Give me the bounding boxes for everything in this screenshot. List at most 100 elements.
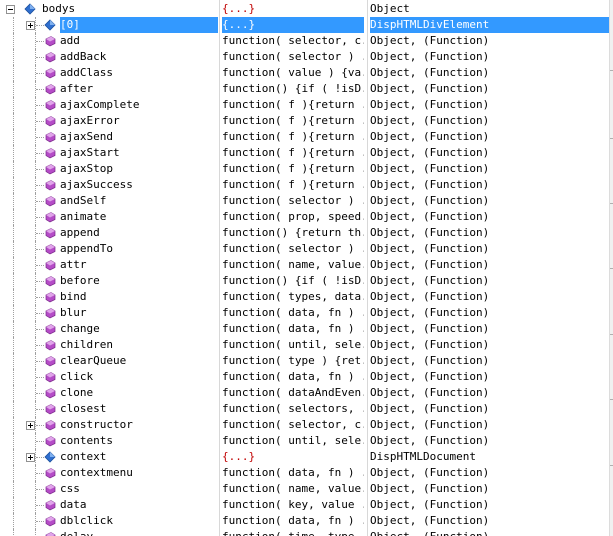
column-divider[interactable] <box>219 0 220 536</box>
tree-row-name: ajaxStart <box>60 146 120 159</box>
tree-row[interactable]: css function( name, value... Object, (Func… <box>0 481 609 497</box>
tree-guide-line <box>35 33 36 49</box>
tree-row-value: function( types, data... <box>222 290 364 303</box>
tree-row-value: function( until, sele... <box>222 338 364 351</box>
tree-guide-line <box>35 81 36 97</box>
tree-guide-line <box>13 305 14 321</box>
tree-guide-line <box>13 225 14 241</box>
method-icon <box>45 244 56 255</box>
tree-guide-line <box>35 481 36 497</box>
tree-row[interactable]: change function( data, fn ) ... Object, (F… <box>0 321 609 337</box>
collapse-icon[interactable] <box>6 5 15 14</box>
tree-row-type: Object, (Function) <box>370 529 609 536</box>
tree-row-name: addBack <box>60 50 107 63</box>
tree-row-type: Object, (Function) <box>370 418 490 431</box>
tree-row-value: function( key, value ... <box>222 498 364 511</box>
tree-guide-line <box>35 225 36 241</box>
tree-guide-line <box>36 297 44 298</box>
tree-guide-line <box>36 233 44 234</box>
tree-row-value: function( f ){return ... <box>222 130 364 143</box>
tree-row[interactable]: addBack function( selector ) ... Object, (… <box>0 49 609 65</box>
tree-row-value: {...} <box>222 17 364 33</box>
tree-row[interactable]: bind function( types, data... Object, (Fun… <box>0 289 609 305</box>
tree-row[interactable]: ajaxStop function( f ){return ... Object, … <box>0 161 609 177</box>
tree-guide-line <box>35 177 36 193</box>
tree-row-value: function( data, fn ) ... <box>222 306 364 319</box>
tree-row-type: Object, (Function) <box>370 210 490 223</box>
tree-row[interactable]: addClass function( value ) {va... Object, … <box>0 65 609 81</box>
expand-icon[interactable] <box>26 421 35 430</box>
tree-guide-line <box>13 209 14 225</box>
tree-row-value: function( data, fn ) ... <box>222 322 364 335</box>
method-icon <box>45 164 56 175</box>
tree-row[interactable]: contents function( until, sele... Object, … <box>0 433 609 449</box>
tree-row[interactable]: appendTo function( selector ) ... Object, … <box>0 241 609 257</box>
tree-guide-line <box>13 113 14 129</box>
tree-guide-line <box>35 289 36 305</box>
tree-guide-line <box>35 17 36 33</box>
tree-row[interactable]: andSelf function( selector ) ... Object, (… <box>0 193 609 209</box>
tree-row[interactable]: ajaxSuccess function( f ){return ... Objec… <box>0 177 609 193</box>
tree-row[interactable]: dblclick function( data, fn ) ... Object, … <box>0 513 609 529</box>
tree-row-name: contents <box>60 434 113 447</box>
method-icon <box>45 84 56 95</box>
tree-row[interactable]: click function( data, fn ) ... Object, (Fu… <box>0 369 609 385</box>
tree-row[interactable]: closest function( selectors, ... Object, (… <box>0 401 609 417</box>
tree-guide-line <box>36 505 44 506</box>
tree-guide-line <box>36 153 44 154</box>
tree-row-value: {...} <box>222 450 256 463</box>
method-icon <box>45 196 56 207</box>
tree-row-root[interactable]: bodys {...} Object <box>0 1 609 17</box>
tree-row-value: function( selector ) ... <box>222 242 364 255</box>
tree-row-type: Object, (Function) <box>370 130 490 143</box>
tree-row[interactable]: contextmenu function( data, fn ) ... Objec… <box>0 465 609 481</box>
tree-row[interactable]: ajaxSend function( f ){return ... Object, … <box>0 129 609 145</box>
tree-row[interactable]: [0] {...} DispHTMLDivElement <box>0 17 609 33</box>
tree-row[interactable]: after function() {if ( !isD... Object, (Fu… <box>0 81 609 97</box>
tree-guide-line <box>35 449 36 465</box>
tree-row[interactable]: ajaxStart function( f ){return ... Object,… <box>0 145 609 161</box>
tree-guide-line <box>35 401 36 417</box>
method-icon <box>45 372 56 383</box>
tree-guide-line <box>13 49 14 65</box>
tree-row[interactable]: animate function( prop, speed... Object, (… <box>0 209 609 225</box>
tree-row[interactable]: ajaxComplete function( f ){return ... Obje… <box>0 97 609 113</box>
tree-row[interactable]: constructor function( selector, c... Objec… <box>0 417 609 433</box>
method-icon <box>45 388 56 399</box>
tree-row[interactable]: data function( key, value ... Object, (Fun… <box>0 497 609 513</box>
tree-guide-line <box>36 265 44 266</box>
tree-row-value: {...} <box>222 2 256 15</box>
tree-guide-line <box>36 521 44 522</box>
tree-row[interactable]: before function() {if ( !isD... Object, (F… <box>0 273 609 289</box>
tree-row-name: css <box>60 482 80 495</box>
tree-row[interactable]: ajaxError function( f ){return ... Object,… <box>0 113 609 129</box>
tree-guide-line <box>35 209 36 225</box>
tree-row[interactable]: blur function( data, fn ) ... Object, (Fun… <box>0 305 609 321</box>
tree-row[interactable]: context {...} DispHTMLDocument <box>0 449 609 465</box>
column-divider[interactable] <box>367 0 368 536</box>
method-icon <box>45 500 56 511</box>
expand-icon[interactable] <box>26 21 35 30</box>
tree-guide-line <box>36 25 44 26</box>
tree-row[interactable]: clearQueue function( type ) {ret... Object… <box>0 353 609 369</box>
tree-row[interactable]: add function( selector, c... Object, (Func… <box>0 33 609 49</box>
tree-row[interactable]: children function( until, sele... Object, … <box>0 337 609 353</box>
tree-row-name: change <box>60 322 100 335</box>
method-icon <box>45 292 56 303</box>
tree-row-type: Object, (Function) <box>370 66 490 79</box>
tree-row[interactable]: attr function( name, value... Object, (Fun… <box>0 257 609 273</box>
tree-row-type: Object, (Function) <box>370 402 490 415</box>
tree-guide-line <box>13 97 14 113</box>
tree-row-type: Object, (Function) <box>370 354 490 367</box>
tree-row[interactable]: append function() {return th... Object, (F… <box>0 225 609 241</box>
tree-guide-line <box>35 97 36 113</box>
tree-row[interactable]: clone function( dataAndEven... Object, (Fu… <box>0 385 609 401</box>
tree-guide-line <box>36 217 44 218</box>
tree-row-value: function( name, value... <box>222 258 364 271</box>
tree-guide-line <box>35 385 36 401</box>
expand-icon[interactable] <box>26 453 35 462</box>
tree-row[interactable]: delay function( time, type ... Object, (Fu… <box>0 529 609 536</box>
tree-guide-line <box>13 465 14 481</box>
vertical-scrollbar[interactable] <box>609 0 613 536</box>
tree-row-value: function( f ){return ... <box>222 98 364 111</box>
